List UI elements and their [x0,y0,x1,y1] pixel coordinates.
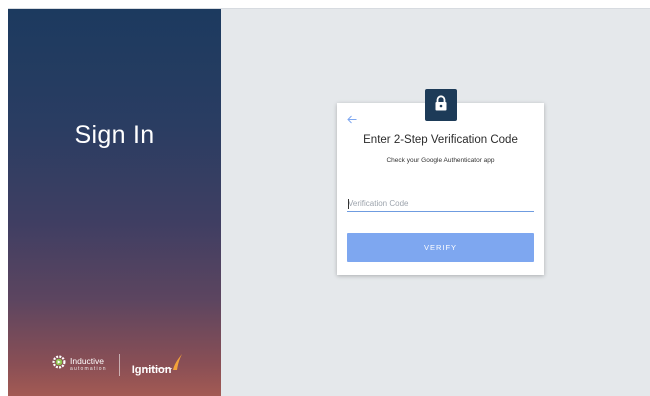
card-title: Enter 2-Step Verification Code [363,134,518,146]
verification-card: Enter 2-Step Verification Code Check you… [337,89,544,275]
inductive-automation-logo: Inductive automation [52,355,107,374]
ignition-subline [143,368,172,369]
right-panel: Enter 2-Step Verification Code Check you… [221,9,650,396]
text-caret [348,199,349,209]
verify-button[interactable]: VERIFY [347,233,534,262]
ia-line1: Inductive [70,356,105,367]
app-frame: Sign In Inductive automation Ignition En… [8,8,650,396]
left-panel: Sign In Inductive automation Ignition [8,9,221,396]
card-subtitle: Check your Google Authenticator app [386,157,495,164]
ignition-wordmark: Ignition [131,364,172,376]
gear-icon [52,355,66,374]
arrow-left-icon [347,111,357,129]
ia-line2: automation [70,365,107,372]
brand-logos: Inductive automation Ignition [52,353,183,376]
sign-in-heading: Sign In [74,121,155,149]
lock-badge [425,89,457,121]
ia-wordmark: Inductive automation [70,357,107,372]
lock-icon [434,94,448,116]
back-button[interactable] [347,114,361,126]
brand-divider [118,353,120,376]
flame-icon [171,353,183,376]
ignition-logo: Ignition [132,353,184,376]
verification-code-input[interactable] [347,196,534,212]
